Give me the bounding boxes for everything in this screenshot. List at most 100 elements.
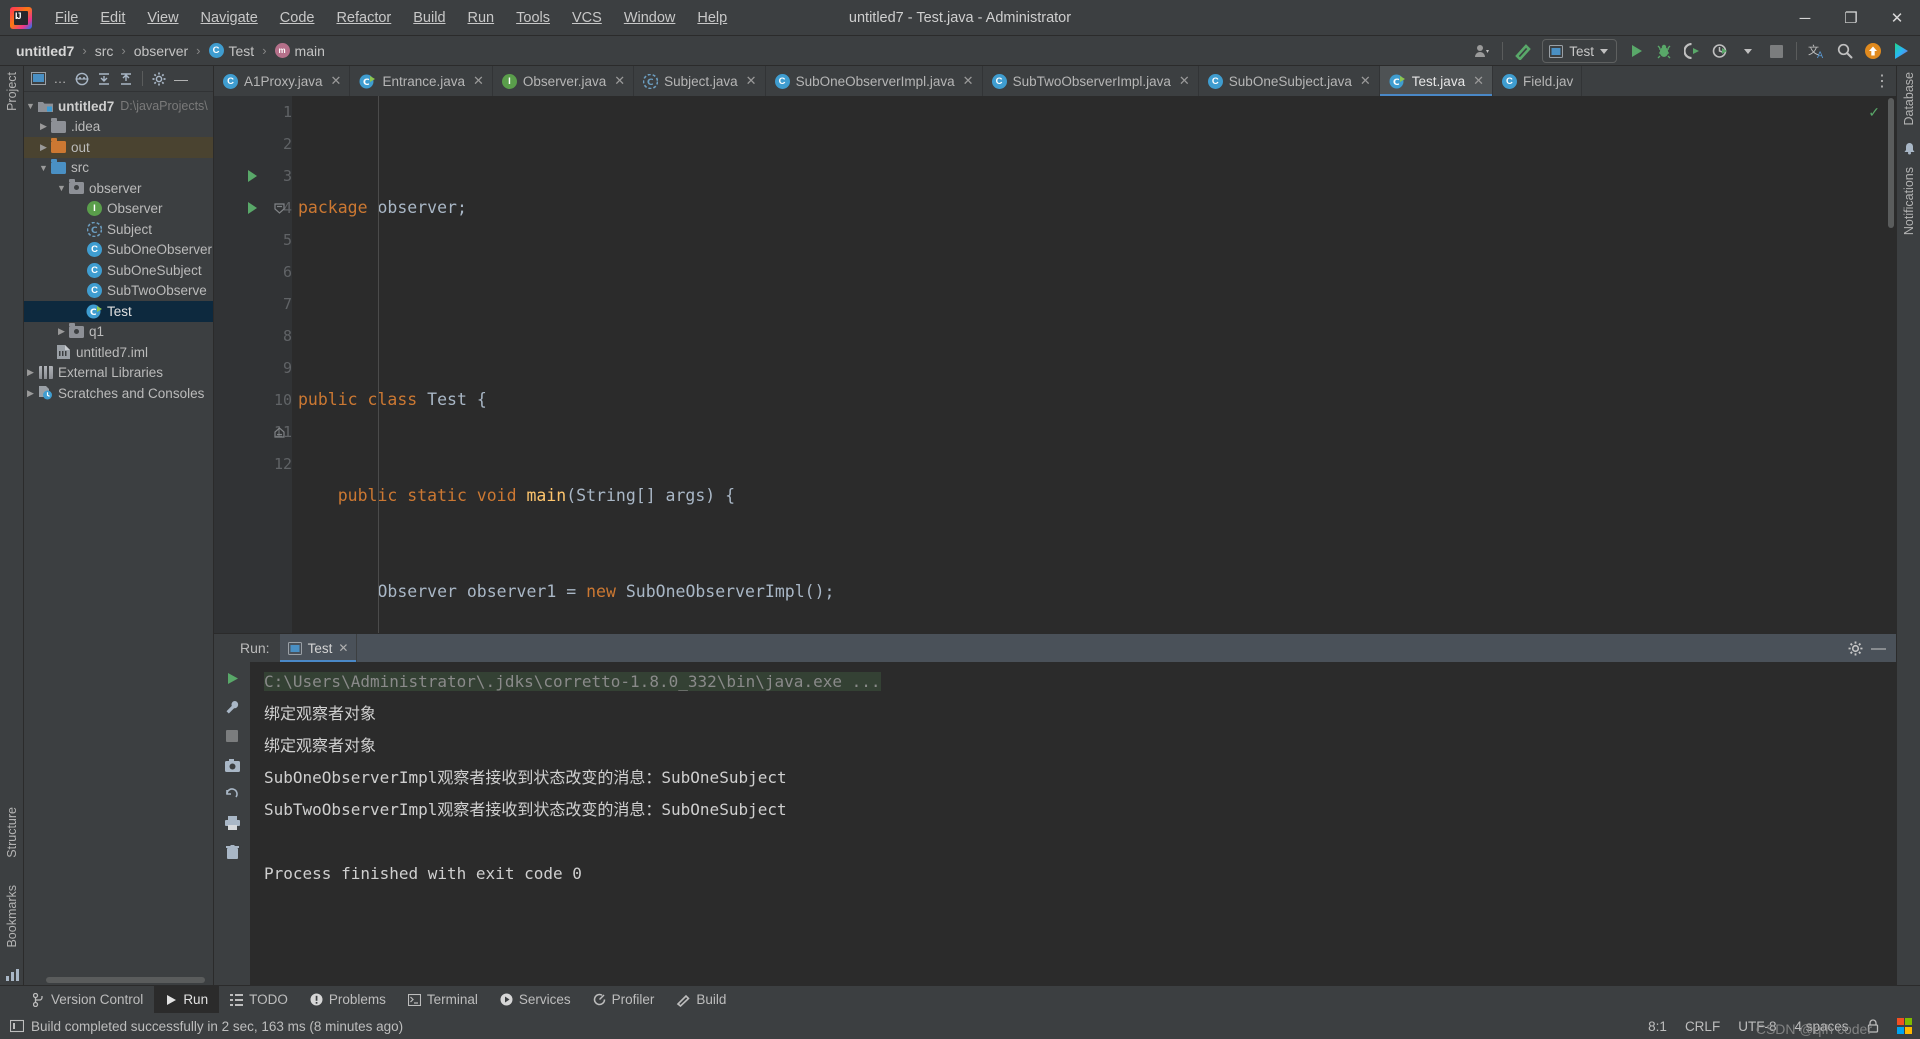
menu-navigate[interactable]: Navigate: [190, 5, 269, 31]
close-icon[interactable]: ✕: [1179, 73, 1190, 89]
tree-item-subject[interactable]: C Subject: [24, 219, 213, 240]
tree-item-test[interactable]: C Test: [24, 301, 213, 322]
close-icon[interactable]: ✕: [331, 73, 342, 89]
tree-item-src[interactable]: ▼ src: [24, 158, 213, 179]
menu-help[interactable]: Help: [686, 5, 738, 31]
menu-window[interactable]: Window: [613, 5, 687, 31]
menu-edit[interactable]: Edit: [89, 5, 136, 31]
wrench-icon[interactable]: [222, 697, 242, 717]
editor-tab-observer[interactable]: I Observer.java ✕: [493, 66, 635, 96]
stop-icon[interactable]: [222, 726, 242, 746]
menu-build[interactable]: Build: [402, 5, 456, 31]
chevron-down-icon[interactable]: ▼: [37, 163, 50, 173]
trash-icon[interactable]: [222, 842, 242, 862]
code-editor[interactable]: 1 2 3 4 5 6 7 8 9 10 11 12 package obser…: [214, 96, 1896, 633]
profile-dropdown-button[interactable]: [1735, 39, 1761, 63]
camera-icon[interactable]: [222, 755, 242, 775]
chevron-right-icon[interactable]: ▶: [37, 121, 50, 132]
hide-panel-icon[interactable]: —: [1871, 640, 1886, 657]
menu-refactor[interactable]: Refactor: [325, 5, 402, 31]
stop-button[interactable]: [1763, 39, 1789, 63]
breadcrumb-item-main[interactable]: m main: [271, 42, 329, 60]
rail-button-structure[interactable]: Structure: [5, 801, 19, 864]
expand-all-button[interactable]: [94, 69, 114, 89]
chevron-down-icon[interactable]: ▼: [24, 101, 37, 111]
line-separator[interactable]: CRLF: [1685, 1019, 1720, 1034]
profile-button[interactable]: [1707, 39, 1733, 63]
tree-item-external-libraries[interactable]: ▶ External Libraries: [24, 363, 213, 384]
console-output[interactable]: C:\Users\Administrator\.jdks\corretto-1.…: [250, 662, 1896, 985]
close-icon[interactable]: ✕: [963, 73, 974, 89]
chevron-right-icon[interactable]: ▶: [37, 142, 50, 153]
close-icon[interactable]: ✕: [746, 73, 757, 89]
close-icon[interactable]: ✕: [1473, 73, 1484, 89]
collapse-all-button[interactable]: [116, 69, 136, 89]
tree-item-q1[interactable]: ▶ q1: [24, 322, 213, 343]
breadcrumb-item-observer[interactable]: observer: [130, 42, 192, 60]
inspection-status-icon[interactable]: ✓: [1868, 104, 1880, 121]
menu-run[interactable]: Run: [457, 5, 506, 31]
rerun-icon[interactable]: [222, 668, 242, 688]
locate-file-button[interactable]: [72, 69, 92, 89]
menu-view[interactable]: View: [136, 5, 189, 31]
project-panel-horizontal-scrollbar[interactable]: [46, 977, 205, 983]
toolwindow-problems[interactable]: Problems: [299, 986, 397, 1014]
tree-item-subtwo-observer[interactable]: C SubTwoObserve: [24, 281, 213, 302]
menu-code[interactable]: Code: [269, 5, 326, 31]
rail-button-notifications[interactable]: Notifications: [1902, 161, 1916, 241]
menu-vcs[interactable]: VCS: [561, 5, 613, 31]
code-content[interactable]: package observer; public class Test { pu…: [292, 96, 1896, 633]
close-icon[interactable]: ✕: [1360, 73, 1371, 89]
minimize-button[interactable]: ─: [1782, 0, 1828, 36]
editor-gutter[interactable]: 1 2 3 4 5 6 7 8 9 10 11 12: [214, 96, 292, 633]
toolwindow-profiler[interactable]: Profiler: [582, 986, 666, 1014]
tree-item-subone-observer[interactable]: C SubOneObserver: [24, 240, 213, 261]
tree-item-observer-interface[interactable]: I Observer: [24, 199, 213, 220]
chevron-down-icon[interactable]: ▼: [55, 183, 68, 193]
run-method-gutter-icon[interactable]: [248, 202, 257, 214]
breadcrumb-item-src[interactable]: src: [91, 42, 118, 60]
close-icon[interactable]: ✕: [614, 73, 625, 89]
toolwindow-version-control[interactable]: Version Control: [22, 986, 154, 1014]
menu-tools[interactable]: Tools: [505, 5, 561, 31]
tree-item-idea[interactable]: ▶ .idea: [24, 117, 213, 138]
editor-tab-suboneobserverimpl[interactable]: C SubOneObserverImpl.java ✕: [766, 66, 983, 96]
rerun-failed-icon[interactable]: [222, 784, 242, 804]
editor-tab-a1proxy[interactable]: C A1Proxy.java ✕: [214, 66, 351, 96]
project-view-selector[interactable]: [28, 69, 48, 89]
run-with-coverage-button[interactable]: [1679, 39, 1705, 63]
tree-item-out[interactable]: ▶ out: [24, 137, 213, 158]
caret-position[interactable]: 8:1: [1648, 1019, 1667, 1034]
tree-item-iml[interactable]: untitled7.iml: [24, 342, 213, 363]
search-everywhere-button[interactable]: [1832, 39, 1858, 63]
fold-region-start-icon[interactable]: [274, 202, 285, 214]
user-settings-button[interactable]: [1469, 39, 1495, 63]
toolwindow-run[interactable]: Run: [154, 985, 220, 1014]
bell-icon[interactable]: [1903, 142, 1916, 155]
tree-item-scratches-and-consoles[interactable]: ▶ Scratches and Consoles: [24, 383, 213, 404]
translate-button[interactable]: 文A: [1804, 39, 1830, 63]
run-configuration-selector[interactable]: Test: [1542, 39, 1617, 63]
debug-button[interactable]: [1651, 39, 1677, 63]
tree-item-observer[interactable]: ▼ observer: [24, 178, 213, 199]
run-button[interactable]: [1623, 39, 1649, 63]
tree-item-subone-subject[interactable]: C SubOneSubject: [24, 260, 213, 281]
close-icon[interactable]: ✕: [338, 641, 348, 655]
rail-button-bookmarks[interactable]: Bookmarks: [5, 879, 19, 954]
editor-tab-entrance[interactable]: C Entrance.java ✕: [350, 66, 493, 96]
editor-tab-field[interactable]: C Field.jav: [1493, 66, 1583, 96]
editor-tab-subonesubject[interactable]: C SubOneSubject.java ✕: [1199, 66, 1380, 96]
gear-icon[interactable]: [149, 69, 169, 89]
breadcrumb-item-project[interactable]: untitled7: [12, 42, 78, 60]
chevron-right-icon[interactable]: ▶: [55, 326, 68, 337]
tree-item-untitled7[interactable]: ▼ untitled7 D:\javaProjects\: [24, 96, 213, 117]
chart-icon[interactable]: [5, 968, 19, 981]
rail-button-project[interactable]: Project: [5, 66, 19, 117]
scrollbar-thumb[interactable]: [1888, 98, 1894, 228]
run-class-gutter-icon[interactable]: [248, 170, 257, 182]
fold-region-end-icon[interactable]: [274, 426, 285, 438]
hide-panel-button[interactable]: —: [171, 69, 191, 89]
toolwindow-todo[interactable]: TODO: [219, 986, 299, 1014]
rail-button-database[interactable]: Database: [1902, 66, 1916, 132]
chevron-right-icon[interactable]: ▶: [24, 388, 37, 399]
